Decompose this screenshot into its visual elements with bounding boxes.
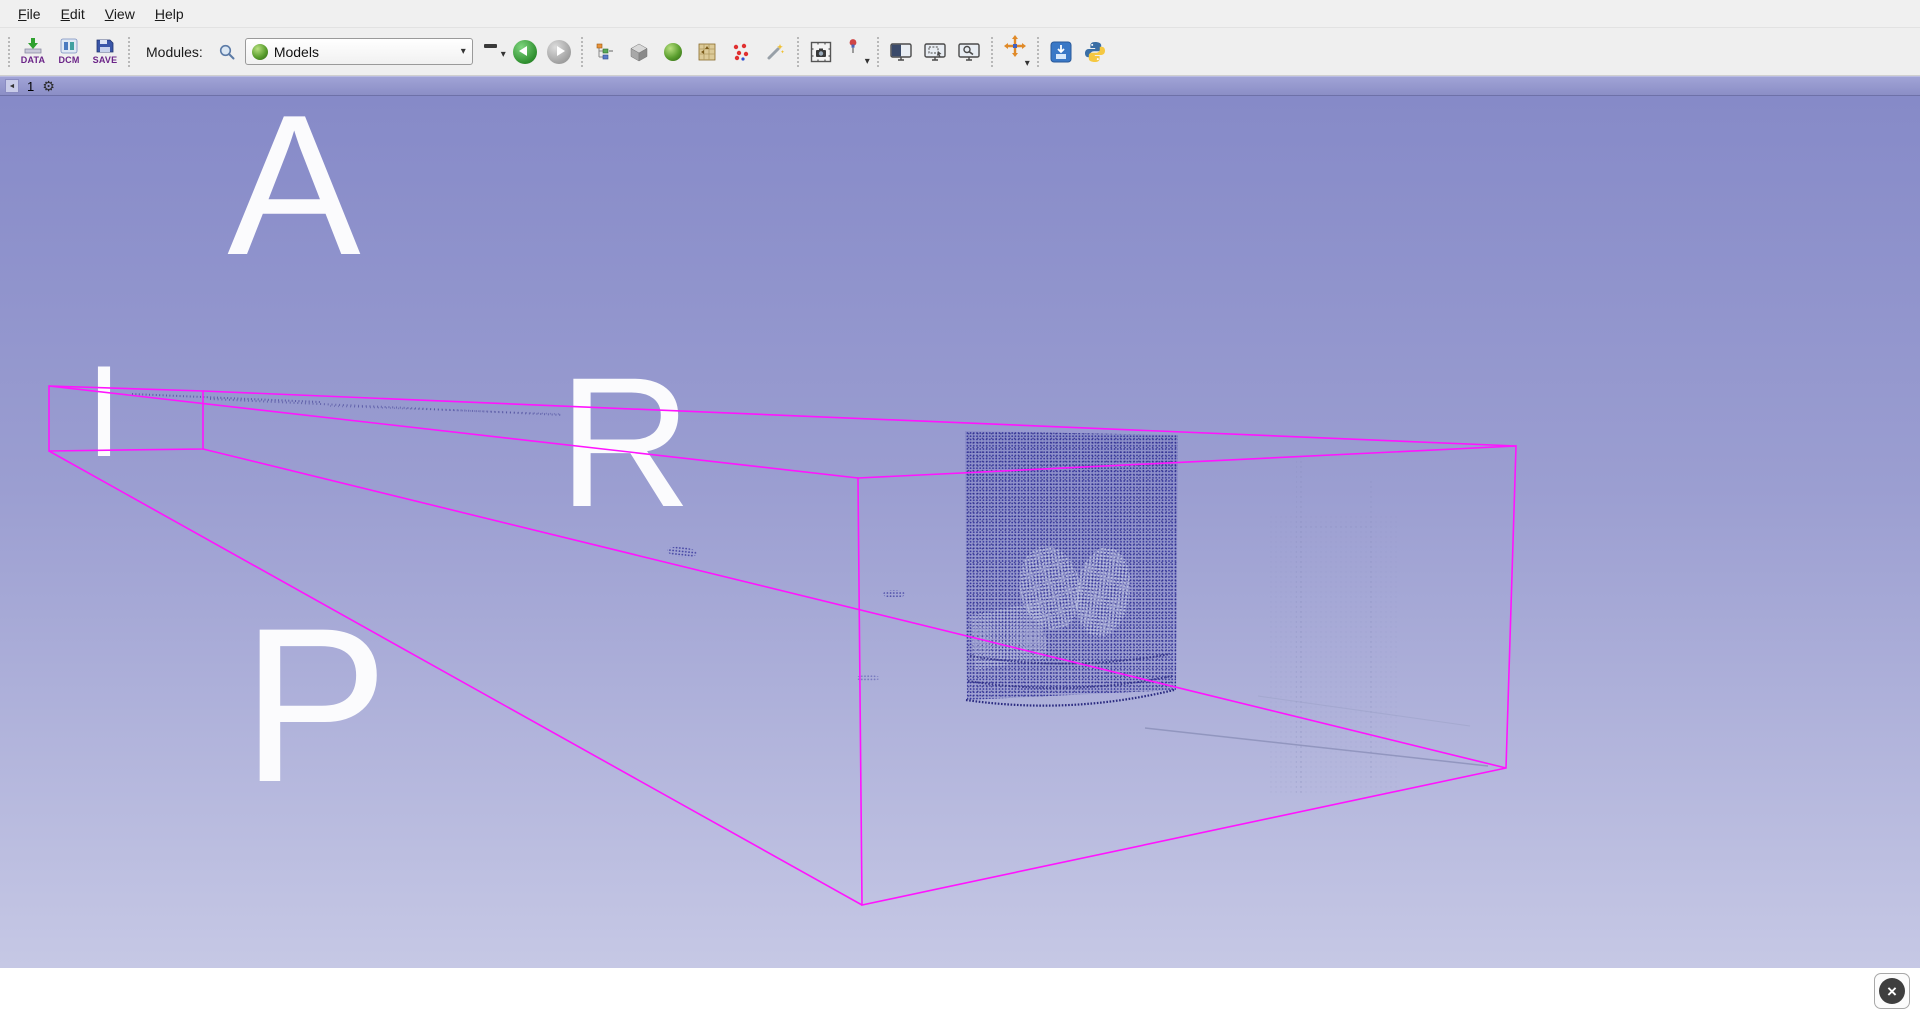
red-points-icon — [731, 42, 751, 62]
main-toolbar: DATA DCM SAVE Modules: Models ▾ ▾ — [0, 28, 1920, 76]
roi-far-face — [858, 446, 1516, 905]
previous-module-button[interactable] — [509, 34, 541, 70]
roi-edge — [49, 386, 858, 478]
adjust-window-level-button[interactable] — [885, 34, 917, 70]
menu-edit-label: Edit — [61, 6, 85, 22]
roi-edge — [203, 391, 1516, 446]
history-icon — [484, 44, 497, 48]
toolbar-drag-handle[interactable] — [1036, 37, 1040, 67]
menu-file[interactable]: File — [8, 0, 51, 27]
load-data-label: DATA — [21, 55, 45, 65]
module-selector-value: Models — [274, 44, 455, 60]
menu-help[interactable]: Help — [145, 0, 194, 27]
menu-bar: File Edit View Help — [0, 0, 1920, 28]
cube-icon — [629, 42, 649, 62]
menu-view-label: View — [105, 6, 135, 22]
transform-grid-icon — [697, 42, 717, 62]
toolbar-drag-handle[interactable] — [990, 37, 994, 67]
toolbar-drag-handle[interactable] — [7, 37, 11, 67]
load-dicom-icon — [59, 38, 79, 54]
menu-file-label: File — [18, 6, 41, 22]
close-icon: × — [1879, 978, 1905, 1004]
back-arrow-icon — [513, 40, 537, 64]
toolbar-drag-handle[interactable] — [580, 37, 584, 67]
green-sphere-icon — [664, 43, 682, 61]
save-label: SAVE — [93, 55, 118, 65]
magic-wand-icon — [765, 42, 785, 62]
monitor-selection-icon — [923, 42, 947, 62]
search-icon — [218, 43, 236, 61]
forward-arrow-icon — [547, 40, 571, 64]
four-way-arrows-icon — [1004, 35, 1026, 57]
chevron-down-icon: ▾ — [865, 56, 870, 67]
monitor-magnifier-icon — [957, 42, 981, 62]
orientation-marker-i: I — [86, 338, 122, 484]
chevron-down-icon: ▾ — [461, 46, 466, 57]
load-dicom-button[interactable]: DCM — [52, 31, 86, 73]
menu-help-label: Help — [155, 6, 184, 22]
extensions-manager-button[interactable] — [1045, 34, 1077, 70]
screenshot-icon — [810, 41, 832, 63]
toolbar-drag-handle[interactable] — [796, 37, 800, 67]
view-number-label: 1 — [27, 79, 34, 94]
toolbar-drag-handle[interactable] — [876, 37, 880, 67]
markups-module-shortcut-button[interactable] — [725, 34, 757, 70]
models-module-shortcut-button[interactable] — [657, 34, 689, 70]
module-search-button[interactable] — [211, 34, 243, 70]
scene-views-button[interactable]: ▾ — [839, 34, 871, 70]
load-dicom-label: DCM — [58, 55, 79, 65]
view-controller-bar: ◄ 1 ⚙ — [0, 76, 1920, 96]
models-module-icon — [252, 44, 268, 60]
magnify-view-button[interactable] — [953, 34, 985, 70]
data-module-shortcut-button[interactable] — [589, 34, 621, 70]
python-icon — [1084, 41, 1106, 63]
toolbar-drag-handle[interactable] — [127, 37, 131, 67]
monitor-contrast-icon — [889, 42, 913, 62]
collapse-arrow-icon: ◄ — [9, 83, 16, 90]
pin-icon — [846, 37, 864, 55]
close-button[interactable]: × — [1874, 973, 1910, 1009]
orientation-marker-r: R — [558, 340, 692, 546]
subject-hierarchy-icon — [595, 42, 615, 62]
python-console-button[interactable] — [1079, 34, 1111, 70]
save-icon — [95, 38, 115, 54]
roi-edge — [49, 451, 862, 905]
orientation-marker-p: P — [242, 582, 389, 828]
volumes-module-shortcut-button[interactable] — [623, 34, 655, 70]
save-scene-button[interactable]: SAVE — [88, 31, 122, 73]
interaction-mode-button[interactable]: ▾ — [999, 34, 1031, 70]
status-bar: × — [0, 968, 1920, 1012]
menu-edit[interactable]: Edit — [51, 0, 95, 27]
screenshot-button[interactable] — [805, 34, 837, 70]
gear-icon[interactable]: ⚙ — [42, 79, 55, 93]
load-data-icon — [23, 38, 43, 54]
module-selector-dropdown[interactable]: Models ▾ — [245, 38, 473, 65]
threed-viewport[interactable]: A I R P — [0, 96, 1920, 968]
extensions-icon — [1050, 41, 1072, 63]
load-data-button[interactable]: DATA — [16, 31, 50, 73]
threed-scene: A I R P — [0, 96, 1920, 968]
module-history-button[interactable]: ▾ — [475, 34, 507, 70]
chevron-down-icon: ▾ — [1025, 58, 1030, 69]
capture-region-button[interactable] — [919, 34, 951, 70]
menu-view[interactable]: View — [95, 0, 145, 27]
transforms-module-shortcut-button[interactable] — [691, 34, 723, 70]
segment-editor-shortcut-button[interactable] — [759, 34, 791, 70]
next-module-button[interactable] — [543, 34, 575, 70]
orientation-marker-a: A — [227, 96, 361, 297]
collapse-view-controls-button[interactable]: ◄ — [5, 79, 19, 93]
slicer-window: File Edit View Help DATA DCM SAVE Module… — [0, 0, 1920, 1012]
modules-label: Modules: — [146, 44, 203, 60]
chevron-down-icon: ▾ — [501, 49, 506, 60]
